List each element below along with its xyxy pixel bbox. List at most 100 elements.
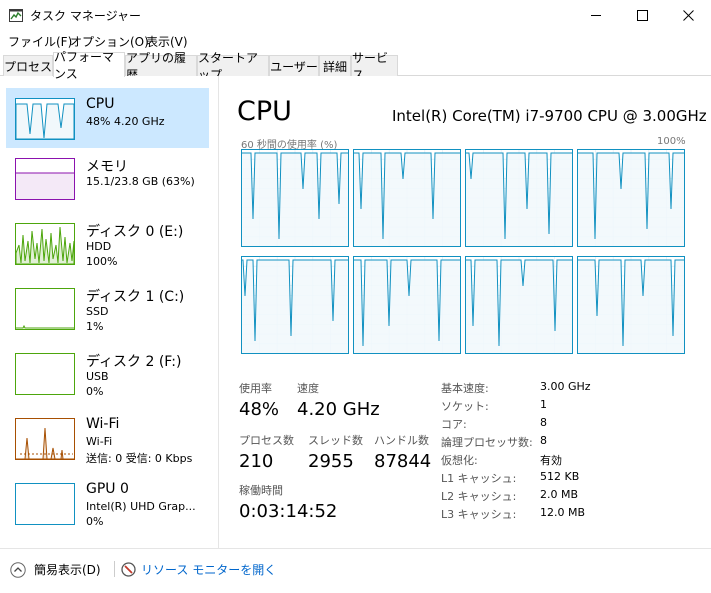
logical-processors-value: 8 xyxy=(540,434,547,447)
sockets-value: 1 xyxy=(540,398,547,411)
sidebar-item-usage: 1% xyxy=(86,320,104,333)
tab-users[interactable]: ユーザー xyxy=(269,55,319,76)
sidebar-item-disk-1[interactable]: ディスク 1 (C:) SSD 1% xyxy=(6,278,209,338)
uptime-label: 稼働時間 xyxy=(239,484,283,497)
sidebar-item-detail: USB xyxy=(86,370,109,383)
window-title: タスク マネージャー xyxy=(30,9,141,23)
tab-services[interactable]: サービス xyxy=(351,51,398,82)
fewer-details-button[interactable]: 簡易表示(D) xyxy=(10,561,101,578)
fewer-details-label: 簡易表示(D) xyxy=(34,563,101,577)
tab-details[interactable]: 詳細 xyxy=(319,55,351,76)
core-graph-6 xyxy=(465,256,573,354)
resource-monitor-label: リソース モニターを開く xyxy=(141,563,277,577)
core-usage-line xyxy=(577,152,685,247)
tab-bar: プロセス パフォーマンス アプリの履歴 スタートアップ ユーザー 詳細 サービス xyxy=(0,50,711,82)
uptime-value: 0:03:14:52 xyxy=(239,501,338,522)
threads-label: スレッド数 xyxy=(308,434,363,447)
disk-1-thumbnail-graph xyxy=(15,288,75,330)
sidebar-item-title: ディスク 1 (C:) xyxy=(86,289,185,305)
l3-cache-label: L3 キャッシュ: xyxy=(441,508,517,521)
footer-separator xyxy=(114,561,115,577)
cpu-detail-pane: CPU Intel(R) Core(TM) i7-9700 CPU @ 3.00… xyxy=(219,76,711,548)
minimize-icon xyxy=(590,15,601,16)
handles-label: ハンドル数 xyxy=(374,434,429,447)
menu-view[interactable]: 表示(V) xyxy=(146,33,188,50)
virtualization-value: 有効 xyxy=(540,454,562,467)
core-graph-0 xyxy=(241,149,349,247)
utilization-value: 48% xyxy=(239,399,280,420)
maximize-button[interactable] xyxy=(619,0,665,31)
l1-cache-value: 512 KB xyxy=(540,470,580,483)
tab-processes[interactable]: プロセス xyxy=(3,55,53,76)
sidebar-item-gpu-0[interactable]: GPU 0 Intel(R) UHD Grap... 0% xyxy=(6,473,209,533)
close-button[interactable] xyxy=(665,0,711,31)
cores-value: 8 xyxy=(540,416,547,429)
virtualization-label: 仮想化: xyxy=(441,454,478,467)
sidebar-item-wifi[interactable]: Wi-Fi Wi-Fi 送信: 0 受信: 0 Kbps xyxy=(6,408,209,468)
cpu-thumbnail-graph xyxy=(15,98,75,140)
chevron-up-icon xyxy=(10,561,26,578)
core-usage-line xyxy=(353,152,461,247)
disk-0-thumbnail-graph xyxy=(15,223,75,265)
tab-startup[interactable]: スタートアップ xyxy=(197,51,269,82)
base-speed-value: 3.00 GHz xyxy=(540,380,591,393)
performance-panel: CPU 48% 4.20 GHz メモリ 15.1/23.8 GB (63%) xyxy=(0,76,711,548)
l1-cache-label: L1 キャッシュ: xyxy=(441,472,517,485)
resource-monitor-icon xyxy=(121,562,136,577)
handles-value: 87844 xyxy=(374,451,432,472)
core-graph-4 xyxy=(241,256,349,354)
cpu-core-graphs xyxy=(241,149,685,354)
core-usage-line xyxy=(465,152,573,247)
sidebar-item-disk-0[interactable]: ディスク 0 (E:) HDD 100% xyxy=(6,213,209,273)
title-bar: タスク マネージャー xyxy=(0,0,711,31)
processes-value: 210 xyxy=(239,451,274,472)
core-graph-1 xyxy=(353,149,461,247)
sidebar-item-cpu[interactable]: CPU 48% 4.20 GHz xyxy=(6,88,209,148)
core-graph-5 xyxy=(353,256,461,354)
l2-cache-value: 2.0 MB xyxy=(540,488,579,501)
core-graph-7 xyxy=(577,256,685,354)
maximize-icon xyxy=(636,10,648,21)
resource-list: CPU 48% 4.20 GHz メモリ 15.1/23.8 GB (63%) xyxy=(0,76,218,548)
sockets-label: ソケット: xyxy=(441,400,489,413)
sidebar-item-disk-2[interactable]: ディスク 2 (F:) USB 0% xyxy=(6,343,209,403)
disk-2-thumbnail-graph xyxy=(15,353,75,395)
sidebar-item-usage: 0% xyxy=(86,385,104,398)
tab-performance[interactable]: パフォーマンス xyxy=(53,50,125,81)
sidebar-item-usage: 0% xyxy=(86,515,104,528)
tab-app-history[interactable]: アプリの履歴 xyxy=(125,51,197,82)
footer-bar: 簡易表示(D) リソース モニターを開く xyxy=(0,548,711,593)
sidebar-item-detail: 15.1/23.8 GB (63%) xyxy=(86,175,195,188)
core-usage-line xyxy=(241,152,349,247)
logical-processors-label: 論理プロセッサ数: xyxy=(441,436,533,449)
core-usage-line xyxy=(577,259,685,354)
speed-label: 速度 xyxy=(297,382,319,395)
sidebar-item-detail: 48% 4.20 GHz xyxy=(86,115,165,128)
page-title: CPU xyxy=(237,96,292,127)
sidebar-item-memory[interactable]: メモリ 15.1/23.8 GB (63%) xyxy=(6,148,209,208)
resource-monitor-link[interactable]: リソース モニターを開く xyxy=(121,561,276,578)
cores-label: コア: xyxy=(441,418,467,431)
threads-value: 2955 xyxy=(308,451,354,472)
sidebar-item-detail: HDD xyxy=(86,240,112,253)
core-usage-line xyxy=(465,259,573,354)
speed-value: 4.20 GHz xyxy=(297,399,380,420)
sidebar-item-title: メモリ xyxy=(86,159,128,175)
memory-thumbnail-fill xyxy=(16,173,74,199)
l2-cache-label: L2 キャッシュ: xyxy=(441,490,517,503)
sidebar-item-title: Wi-Fi xyxy=(86,416,120,432)
close-icon xyxy=(682,10,694,21)
l3-cache-value: 12.0 MB xyxy=(540,506,586,519)
sidebar-item-title: GPU 0 xyxy=(86,481,129,497)
sidebar-item-usage: 100% xyxy=(86,255,118,268)
cpu-model-name: Intel(R) Core(TM) i7-9700 CPU @ 3.00GHz xyxy=(392,107,707,125)
minimize-button[interactable] xyxy=(573,0,619,31)
memory-thumbnail-graph xyxy=(15,158,75,200)
sidebar-item-title: ディスク 2 (F:) xyxy=(86,354,182,370)
processes-label: プロセス数 xyxy=(239,434,294,447)
gpu-0-thumbnail-graph xyxy=(15,483,75,525)
sidebar-item-detail: Intel(R) UHD Grap... xyxy=(86,500,196,513)
task-manager-icon xyxy=(9,9,23,22)
graph-max-label: 100% xyxy=(657,136,686,147)
core-graph-2 xyxy=(465,149,573,247)
